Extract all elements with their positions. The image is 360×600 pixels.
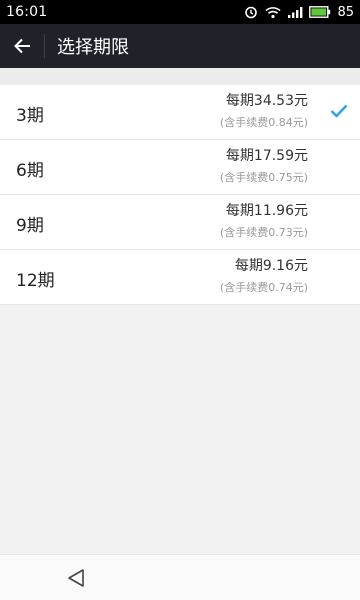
triangle-back-icon [68, 568, 84, 587]
per-period-amount: 每期34.53元 [225, 93, 308, 109]
section-gap [0, 68, 360, 85]
term-amounts: 每期9.16元 (含手续费0.74元) [220, 256, 308, 297]
battery-percent: 85 [337, 4, 354, 20]
per-period-amount: 每期11.96元 [225, 203, 308, 219]
fee-note: (含手续费0.73元) [219, 226, 308, 239]
term-option-6[interactable]: 6期 每期17.59元 (含手续费0.75元) [0, 140, 360, 195]
term-label: 9期 [16, 216, 44, 236]
status-time: 16:01 [6, 4, 48, 20]
signal-icon [287, 5, 303, 19]
term-option-3[interactable]: 3期 每期34.53元 (含手续费0.84元) [0, 85, 360, 140]
term-option-9[interactable]: 9期 每期11.96元 (含手续费0.73元) [0, 195, 360, 250]
checkmark-icon [330, 104, 348, 118]
term-amounts: 每期34.53元 (含手续费0.84元) [220, 91, 308, 132]
back-button[interactable] [0, 24, 44, 68]
app-bar: 选择期限 [0, 24, 360, 68]
fee-note: (含手续费0.75元) [219, 171, 308, 184]
term-label: 12期 [16, 271, 55, 291]
per-period-amount: 每期17.59元 [225, 148, 308, 164]
battery-icon [309, 5, 331, 19]
page-title: 选择期限 [57, 37, 129, 58]
wifi-icon [265, 5, 281, 19]
appbar-divider [44, 34, 45, 58]
term-label: 6期 [16, 161, 44, 181]
status-icons: 85 [243, 5, 354, 20]
term-label: 3期 [16, 106, 44, 126]
term-amounts: 每期17.59元 (含手续费0.75元) [220, 146, 308, 187]
fee-note: (含手续费0.74元) [219, 281, 308, 294]
alarm-icon [243, 5, 259, 19]
nav-back-button[interactable] [64, 566, 88, 590]
per-period-amount: 每期9.16元 [234, 258, 308, 274]
term-option-12[interactable]: 12期 每期9.16元 (含手续费0.74元) [0, 250, 360, 305]
status-bar: 16:01 85 [0, 0, 360, 24]
system-nav-bar [0, 554, 360, 600]
arrow-left-icon [14, 38, 30, 54]
fee-note: (含手续费0.84元) [219, 116, 308, 129]
term-option-list: 3期 每期34.53元 (含手续费0.84元) 6期 每期17.59元 (含手续… [0, 85, 360, 305]
term-amounts: 每期11.96元 (含手续费0.73元) [220, 201, 308, 242]
